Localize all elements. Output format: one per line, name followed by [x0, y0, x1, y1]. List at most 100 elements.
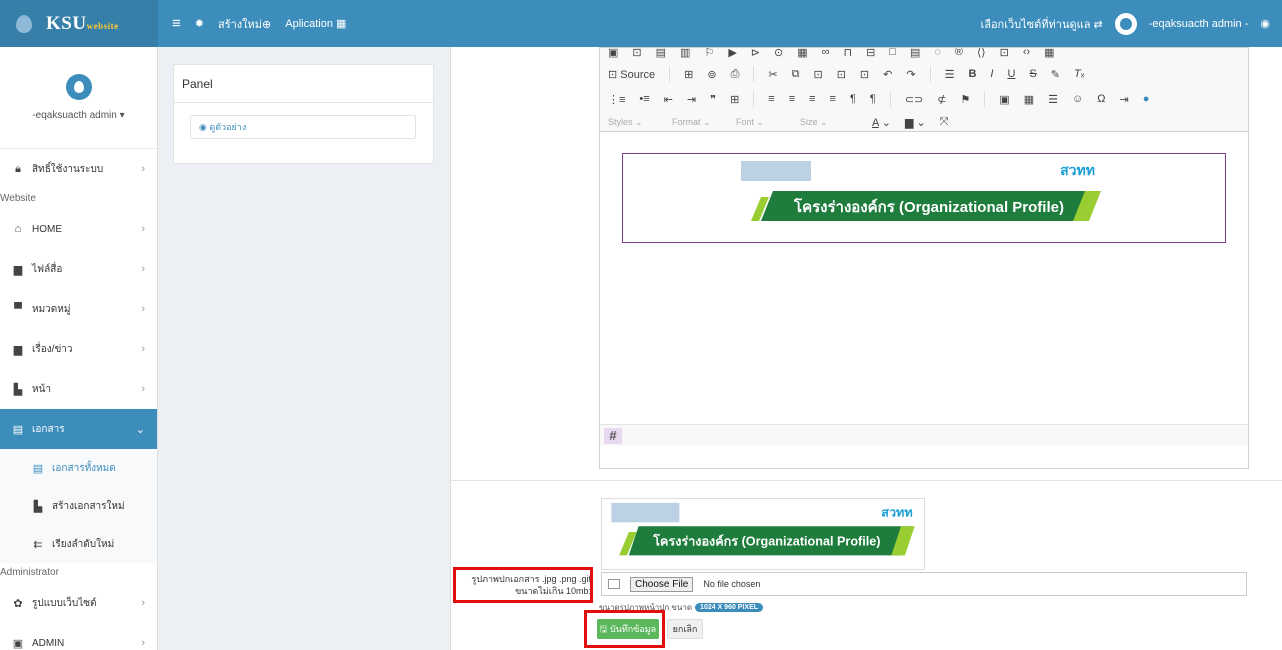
cut-icon[interactable]: ✂: [768, 68, 777, 81]
editor-content[interactable]: โครงร่างองค์กร (Organizational Profile) …: [600, 132, 1248, 446]
video-icon[interactable]: ▶: [728, 48, 736, 59]
panel-title: Panel: [174, 65, 433, 103]
sidebar-user-name[interactable]: -eqaksuacth admin ▾: [32, 110, 124, 121]
choose-file-button[interactable]: Choose File: [630, 576, 694, 592]
format-block-icon[interactable]: ☰: [945, 68, 955, 81]
layout-icon[interactable]: ▦: [1044, 48, 1054, 59]
code-snippet-icon[interactable]: ⟨⟩: [977, 48, 986, 59]
align-right-icon[interactable]: ≡: [809, 93, 815, 105]
bg-color-icon[interactable]: ▆ ⌄: [905, 116, 926, 129]
cancel-button[interactable]: ยกเลิก: [667, 619, 703, 639]
bullet-list-icon[interactable]: •≡: [639, 93, 649, 105]
html-icon[interactable]: ‹›: [1023, 48, 1030, 58]
align-center-icon[interactable]: ≡: [789, 93, 795, 105]
document-icon: ▤: [12, 423, 24, 436]
sidebar-item-site-theme[interactable]: ✿ รูปแบบเว็บไซต์ ›: [0, 583, 157, 623]
user-menu[interactable]: -eqaksuacth admin -: [1149, 18, 1249, 30]
preview-button[interactable]: ◉ ดูตัวอย่าง: [190, 115, 416, 139]
print-icon[interactable]: ⎙: [731, 68, 740, 81]
menu-toggle-icon[interactable]: ≡: [172, 15, 181, 32]
ltr-icon[interactable]: ¶: [850, 93, 856, 105]
bookmark-icon[interactable]: ⊓: [843, 48, 852, 59]
div-icon[interactable]: ⊞: [730, 93, 739, 106]
numbered-list-icon[interactable]: ⋮≡: [608, 93, 625, 106]
application-menu[interactable]: Aplication ▦: [285, 17, 346, 30]
strike-icon[interactable]: S: [1029, 68, 1036, 80]
sidebar-item-document[interactable]: ▤ เอกสาร ⌄: [0, 409, 157, 449]
rtl-icon[interactable]: ¶: [870, 93, 876, 105]
sidebar-subitem-new-document[interactable]: ▙ สร้างเอกสารใหม่: [0, 487, 157, 525]
outdent-icon[interactable]: ⇤: [664, 93, 673, 106]
unlink-icon[interactable]: ⊄: [937, 93, 946, 106]
justify-icon[interactable]: ≡: [830, 93, 836, 105]
bold-icon[interactable]: B: [968, 68, 976, 80]
attach-icon[interactable]: ⊡: [632, 48, 641, 59]
sidebar-item-media[interactable]: ▆ ไฟล์สื่อ ›: [0, 249, 157, 289]
clear-format-icon[interactable]: Tₓ: [1074, 68, 1084, 80]
gear-icon[interactable]: ✹: [195, 17, 204, 30]
size-select[interactable]: Size ⌄: [800, 117, 858, 128]
format-select[interactable]: Format ⌄: [672, 117, 730, 128]
align-left-icon[interactable]: ≡: [768, 93, 774, 105]
italic-icon[interactable]: I: [990, 68, 993, 80]
sidebar-item-permission[interactable]: 🔒︎ สิทธิ์ใช้งานระบบ ›: [0, 149, 157, 189]
drop-logo-icon: [16, 14, 32, 33]
source-button[interactable]: ⊡ Source: [608, 68, 655, 81]
redo-icon[interactable]: ↷: [906, 68, 915, 81]
sidebar-item-admin[interactable]: ▣ ADMIN ›: [0, 623, 157, 650]
underline-icon[interactable]: U: [1007, 68, 1015, 80]
grid-icon[interactable]: ▦: [797, 48, 807, 59]
hr-icon[interactable]: ☰: [1048, 93, 1058, 106]
sidebar-item-home[interactable]: ⌂ HOME ›: [0, 209, 157, 249]
media-icon: ▆: [13, 263, 23, 276]
smiley-icon[interactable]: ☺: [1072, 93, 1083, 105]
sidebar-subitem-reorder[interactable]: ⇇ เรียงลำดับใหม่: [0, 525, 157, 563]
preview-icon[interactable]: ⊚: [707, 68, 716, 81]
flag-icon[interactable]: ⚐: [704, 48, 714, 59]
cover-file-input[interactable]: Choose File No file chosen: [601, 572, 1247, 596]
brand-logo[interactable]: KSUwebsite: [0, 0, 158, 47]
undo-icon[interactable]: ↶: [883, 68, 892, 81]
hashtag-icon[interactable]: #: [604, 428, 622, 444]
code-icon[interactable]: ⊡: [1000, 48, 1009, 59]
sidebar-item-page[interactable]: ▙ หน้า ›: [0, 369, 157, 409]
user-panel: -eqaksuacth admin ▾: [0, 47, 157, 149]
new-page-icon[interactable]: ⊞: [684, 68, 693, 81]
table-icon[interactable]: ▤: [656, 48, 666, 59]
image-insert-icon[interactable]: ▣: [999, 93, 1009, 106]
sidebar-item-news[interactable]: ▆ เรื่อง/ข่าว ›: [0, 329, 157, 369]
indent-icon[interactable]: ⇥: [687, 93, 696, 106]
link-insert-icon[interactable]: ⊂⊃: [905, 93, 923, 106]
blockquote-icon[interactable]: ❞: [710, 93, 716, 106]
box-icon[interactable]: □: [889, 48, 896, 58]
template-icon[interactable]: ⊟: [866, 48, 875, 59]
paste-word-icon[interactable]: ⊡: [860, 68, 869, 81]
iframe-icon[interactable]: ●: [1143, 93, 1150, 105]
paste-icon[interactable]: ⊡: [813, 68, 822, 81]
play-icon[interactable]: ⊳: [751, 48, 760, 59]
sidebar-subitem-all-documents[interactable]: ▤ เอกสารทั้งหมด: [0, 449, 157, 487]
link-icon[interactable]: ∞: [822, 48, 830, 58]
symbol-icon[interactable]: ®: [955, 48, 963, 58]
media-embed-icon[interactable]: ⊙: [774, 48, 783, 59]
anchor-icon[interactable]: ⚑: [960, 93, 970, 106]
paste-text-icon[interactable]: ⊡: [837, 68, 846, 81]
font-select[interactable]: Font ⌄: [736, 117, 794, 128]
user-avatar[interactable]: [1114, 12, 1137, 35]
site-selector[interactable]: เลือกเว็บไซต์ที่ท่านดูแล ⇄: [980, 15, 1102, 33]
form-icon[interactable]: ▥: [680, 48, 690, 59]
speech-icon[interactable]: ◌: [934, 48, 941, 58]
image-icon[interactable]: ▣: [608, 48, 618, 59]
text-color-icon[interactable]: A ⌄: [872, 116, 891, 129]
doc-icon[interactable]: ▤: [910, 48, 920, 59]
styles-select[interactable]: Styles ⌄: [608, 117, 666, 128]
eye-icon[interactable]: ◉: [1260, 17, 1270, 30]
highlight-icon[interactable]: ✎: [1051, 68, 1060, 81]
create-new-button[interactable]: สร้างใหม่⊕: [218, 15, 271, 33]
copy-icon[interactable]: ⧉: [792, 68, 800, 81]
page-break-icon[interactable]: ⇥: [1120, 93, 1129, 106]
maximize-icon[interactable]: ⤧: [940, 116, 949, 129]
omega-icon[interactable]: Ω: [1097, 93, 1105, 105]
table-insert-icon[interactable]: ▦: [1024, 93, 1034, 106]
sidebar-item-category[interactable]: ▀ หมวดหมู่ ›: [0, 289, 157, 329]
